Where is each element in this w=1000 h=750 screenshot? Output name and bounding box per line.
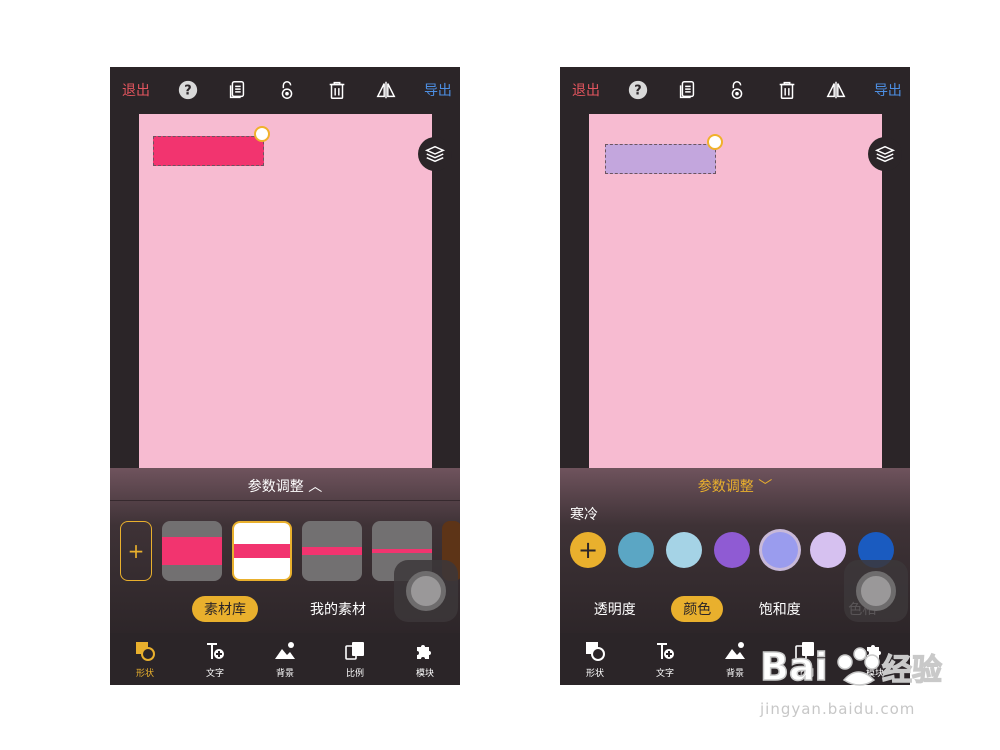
assistive-touch-button[interactable]	[844, 560, 908, 622]
layers-icon[interactable]	[418, 137, 452, 171]
params-toggle[interactable]: 参数调整 ︿	[110, 476, 460, 496]
assistive-touch-button[interactable]	[394, 560, 458, 622]
tab-color[interactable]: 颜色	[671, 596, 724, 622]
puzzle-icon	[417, 645, 431, 659]
tab-material-library[interactable]: 素材库	[192, 596, 258, 622]
shape-icon	[586, 642, 605, 661]
nav-label: 文字	[205, 669, 224, 679]
svg-text:经验: 经验	[882, 653, 942, 688]
nav-text[interactable]: 文字	[185, 639, 245, 679]
tab-saturation[interactable]: 饱和度	[747, 596, 813, 622]
add-material-button[interactable]: +	[120, 521, 152, 581]
help-icon[interactable]: ?	[176, 78, 200, 102]
landscape-icon	[725, 642, 745, 659]
selected-shape[interactable]	[605, 144, 716, 174]
color-swatch-selected[interactable]	[762, 532, 798, 568]
nav-label: 背景	[725, 669, 744, 679]
selected-shape[interactable]	[153, 136, 264, 166]
nav-shape[interactable]: 形状	[565, 639, 625, 679]
color-swatch[interactable]	[810, 532, 846, 568]
baidu-logo: Bai 经验	[759, 644, 942, 690]
design-canvas[interactable]	[139, 114, 432, 468]
right-screen: 退出 ? 导出 参数调整 ﹀ 寒冷 + 透明度 颜色 饱和度 形状 文字 背景 …	[560, 67, 910, 685]
nav-label: 形状	[135, 669, 154, 679]
flip-icon[interactable]	[824, 78, 848, 102]
material-tile-selected[interactable]	[232, 521, 292, 581]
nav-label: 模块	[415, 669, 434, 679]
landscape-icon	[275, 642, 295, 659]
top-toolbar: 退出 ? 导出	[560, 67, 910, 113]
nav-ratio[interactable]: 比例	[325, 639, 385, 679]
export-button[interactable]: 导出	[424, 80, 452, 100]
tab-my-materials[interactable]: 我的素材	[298, 596, 378, 622]
top-toolbar: 退出 ? 导出	[110, 67, 460, 113]
nav-label: 形状	[585, 669, 604, 679]
svg-text:?: ?	[184, 84, 191, 99]
ratio-icon	[345, 642, 364, 660]
layers-icon[interactable]	[868, 137, 902, 171]
chevron-down-icon: ﹀	[753, 479, 773, 495]
exit-button[interactable]: 退出	[122, 80, 150, 100]
resize-handle[interactable]	[254, 126, 270, 142]
shape-icon	[136, 642, 155, 661]
svg-text:?: ?	[634, 84, 641, 99]
unlock-icon[interactable]	[725, 78, 749, 102]
trash-icon[interactable]	[775, 78, 799, 102]
params-title: 参数调整	[247, 479, 304, 495]
assistive-touch-icon	[406, 571, 446, 611]
export-button[interactable]: 导出	[874, 80, 902, 100]
color-swatch[interactable]	[666, 532, 702, 568]
resize-handle[interactable]	[707, 134, 723, 150]
nav-text[interactable]: 文字	[635, 639, 695, 679]
bottom-nav: 形状 文字 背景 比例 模块	[110, 633, 460, 685]
text-add-icon	[657, 643, 674, 659]
nav-shape[interactable]: 形状	[115, 639, 175, 679]
baidu-watermark: Bai 经验 jingyan.baidu.com	[759, 640, 960, 730]
nav-label: 比例	[345, 669, 364, 679]
help-icon[interactable]: ?	[626, 78, 650, 102]
nav-label: 文字	[655, 669, 674, 679]
params-toggle[interactable]: 参数调整 ﹀	[560, 476, 910, 496]
nav-module[interactable]: 模块	[395, 639, 455, 679]
tab-opacity[interactable]: 透明度	[582, 596, 648, 622]
color-swatch[interactable]	[618, 532, 654, 568]
unlock-icon[interactable]	[275, 78, 299, 102]
left-screen: 退出 ? 导出 参数调整 ︿ + 素材库 我的素材 形状 文字 背景 比例 模块	[110, 67, 460, 685]
color-group-label: 寒冷	[570, 507, 598, 523]
color-swatch[interactable]	[714, 532, 750, 568]
nav-label: 背景	[275, 669, 294, 679]
assistive-touch-icon	[856, 571, 896, 611]
trash-icon[interactable]	[325, 78, 349, 102]
copy-icon[interactable]	[225, 78, 249, 102]
material-tile[interactable]	[302, 521, 362, 581]
flip-icon[interactable]	[374, 78, 398, 102]
chevron-up-icon: ︿	[303, 479, 323, 495]
nav-background[interactable]: 背景	[705, 639, 765, 679]
design-canvas[interactable]	[589, 114, 882, 468]
divider	[110, 500, 460, 501]
exit-button[interactable]: 退出	[572, 80, 600, 100]
watermark-url: jingyan.baidu.com	[760, 700, 916, 718]
material-tile[interactable]	[162, 521, 222, 581]
params-title: 参数调整	[697, 479, 754, 495]
add-color-button[interactable]: +	[570, 532, 606, 568]
svg-text:Bai: Bai	[760, 645, 828, 689]
nav-background[interactable]: 背景	[255, 639, 315, 679]
copy-icon[interactable]	[675, 78, 699, 102]
text-add-icon	[207, 643, 224, 659]
